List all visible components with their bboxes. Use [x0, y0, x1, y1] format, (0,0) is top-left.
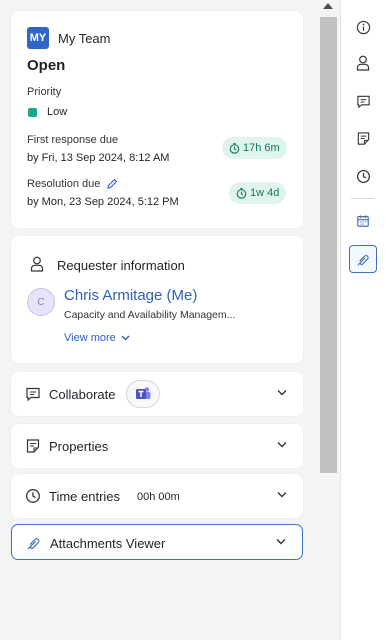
- note-icon: [26, 439, 40, 453]
- attachment-icon: [27, 538, 40, 550]
- chevron-down-icon: [121, 335, 130, 341]
- person-icon: [30, 256, 44, 272]
- timer-icon: [229, 142, 240, 154]
- rail-button-time[interactable]: [349, 162, 377, 190]
- first-response-timer-badge: 17h 6m: [222, 137, 287, 159]
- resolution-label-text: Resolution due: [27, 178, 101, 190]
- requester-name-link[interactable]: Chris Armitage (Me): [64, 287, 197, 304]
- time-entries-section[interactable]: Time entries 00h 00m: [11, 474, 303, 518]
- clock-icon: [26, 489, 40, 503]
- priority-label: Priority: [27, 86, 62, 98]
- requester-section-title: Requester information: [57, 258, 185, 273]
- rail-button-requester[interactable]: [349, 49, 377, 77]
- view-more-link[interactable]: View more: [64, 332, 130, 344]
- collaborate-title: Collaborate: [49, 387, 116, 402]
- timer-icon: [236, 187, 247, 199]
- first-response-date: by Fri, 13 Sep 2024, 8:12 AM: [27, 152, 170, 164]
- requester-card: Requester information C Chris Armitage (…: [11, 236, 303, 363]
- team-badge: MY: [27, 27, 49, 49]
- team-name[interactable]: My Team: [58, 31, 111, 46]
- chevron-down-icon: [277, 390, 287, 396]
- rail-button-info[interactable]: [349, 13, 377, 41]
- avatar: C: [27, 288, 55, 316]
- time-entries-value: 00h 00m: [137, 491, 180, 503]
- rail-divider: [351, 198, 375, 199]
- attachment-icon: [356, 254, 369, 266]
- ticket-status[interactable]: Open: [27, 57, 65, 74]
- rail-button-attachments[interactable]: [349, 245, 377, 273]
- resolution-label: Resolution due: [27, 178, 118, 190]
- teams-button[interactable]: [126, 380, 160, 408]
- properties-section[interactable]: Properties: [11, 424, 303, 468]
- resolution-date: by Mon, 23 Sep 2024, 5:12 PM: [27, 196, 179, 208]
- person-icon: [356, 55, 370, 71]
- scrollbar-thumb[interactable]: [320, 17, 337, 473]
- note-icon: [357, 131, 369, 145]
- first-response-label: First response due: [27, 134, 119, 146]
- priority-value[interactable]: Low: [47, 106, 67, 118]
- resolution-timer-badge: 1w 4d: [229, 182, 287, 204]
- rail-button-collaborate[interactable]: [349, 87, 377, 115]
- view-more-label: View more: [64, 332, 116, 344]
- ticket-side-panel: MY My Team Open Priority Low First respo…: [0, 0, 318, 640]
- collaborate-section[interactable]: Collaborate: [11, 372, 303, 416]
- comment-icon: [26, 387, 40, 402]
- attachments-viewer-title: Attachments Viewer: [50, 536, 166, 551]
- first-response-remaining: 17h 6m: [243, 142, 280, 154]
- requester-department: Capacity and Availability Managem...: [64, 309, 236, 321]
- properties-title: Properties: [49, 439, 109, 454]
- scroll-up-arrow-icon[interactable]: [323, 3, 333, 9]
- teams-icon: [136, 387, 151, 399]
- attachments-viewer-section[interactable]: Attachments Viewer: [11, 524, 303, 560]
- calendar-icon: [357, 215, 369, 227]
- priority-color-icon: [28, 108, 37, 117]
- ticket-summary-card: MY My Team Open Priority Low First respo…: [11, 11, 303, 228]
- right-icon-rail: [340, 0, 386, 640]
- rail-button-calendar[interactable]: [349, 207, 377, 235]
- chevron-down-icon: [277, 442, 287, 448]
- resolution-remaining: 1w 4d: [250, 187, 280, 199]
- time-entries-title: Time entries: [49, 489, 121, 504]
- edit-icon[interactable]: [106, 178, 118, 190]
- chevron-down-icon: [277, 492, 287, 498]
- rail-button-properties[interactable]: [349, 124, 377, 152]
- clock-icon: [356, 169, 370, 183]
- info-icon: [356, 20, 370, 34]
- comment-icon: [356, 95, 370, 108]
- chevron-down-icon: [276, 539, 286, 545]
